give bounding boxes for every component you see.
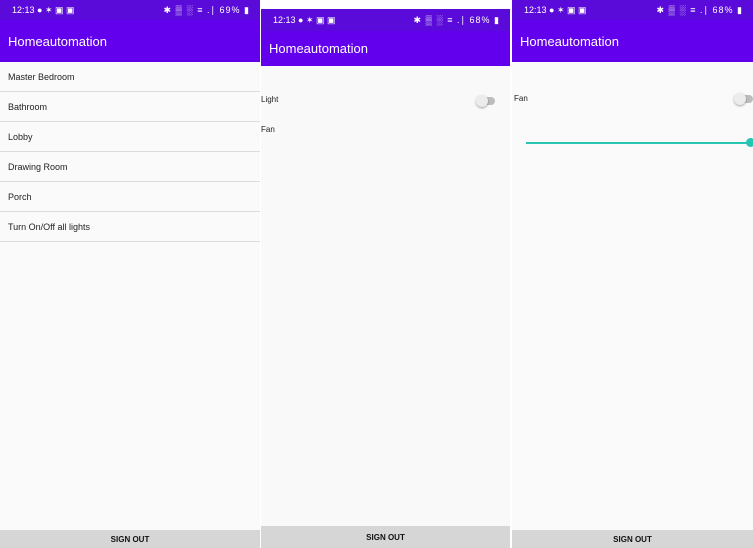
room-item-lobby[interactable]: Lobby: [0, 122, 260, 152]
fan-speed-slider[interactable]: [526, 138, 753, 148]
app-title: Homeautomation: [520, 33, 619, 49]
notification-icons: ● ✶ ▣ ▣: [298, 14, 336, 25]
clock: 12:13: [12, 4, 35, 15]
slider-track: [526, 142, 753, 144]
fan-switch[interactable]: [734, 93, 753, 105]
app-bar: Homeautomation: [0, 20, 260, 62]
system-status-icons: ✱ ▒ ░ ≡ .∣ 68% ▮: [656, 4, 743, 15]
room-item-drawing-room[interactable]: Drawing Room: [0, 152, 260, 182]
system-status-icons: ✱ ▒ ░ ≡ .∣ 68% ▮: [413, 14, 500, 25]
room-item-all-lights[interactable]: Turn On/Off all lights: [0, 212, 260, 242]
room-detail-screen: 12:13 ● ✶ ▣ ▣ ✱ ▒ ░ ≡ .∣ 68% ▮ Homeautom…: [261, 9, 510, 548]
app-bar: Homeautomation: [261, 31, 510, 66]
sign-out-button[interactable]: SIGN OUT: [512, 530, 753, 548]
light-switch[interactable]: [476, 95, 495, 107]
status-bar: 12:13 ● ✶ ▣ ▣ ✱ ▒ ░ ≡ .∣ 68% ▮: [512, 0, 753, 20]
fan-switch-thumb: [734, 93, 746, 105]
room-item-porch[interactable]: Porch: [0, 182, 260, 212]
fan-control-screen: 12:13 ● ✶ ▣ ▣ ✱ ▒ ░ ≡ .∣ 68% ▮ Homeautom…: [512, 0, 753, 548]
fan-row: Fan: [512, 93, 753, 108]
notification-icons: ● ✶ ▣ ▣: [37, 4, 75, 15]
app-title: Homeautomation: [269, 41, 368, 56]
fan-label: Fan: [514, 94, 528, 103]
room-list-screen: 12:13 ● ✶ ▣ ▣ ✱ ▒ ░ ≡ .∣ 69% ▮ Homeautom…: [0, 0, 260, 548]
notification-icons: ● ✶ ▣ ▣: [549, 4, 587, 15]
clock: 12:13: [524, 4, 547, 15]
clock: 12:13: [273, 14, 296, 25]
app-title: Homeautomation: [8, 33, 107, 49]
light-row: Light: [261, 95, 510, 109]
fan-row: Fan: [261, 125, 510, 139]
system-status-icons: ✱ ▒ ░ ≡ .∣ 69% ▮: [163, 4, 250, 15]
light-switch-thumb: [476, 95, 488, 107]
light-label: Light: [261, 95, 279, 104]
sign-out-button[interactable]: SIGN OUT: [261, 526, 510, 548]
status-bar: 12:13 ● ✶ ▣ ▣ ✱ ▒ ░ ≡ .∣ 68% ▮: [261, 9, 510, 31]
app-bar: Homeautomation: [512, 20, 753, 62]
sign-out-button[interactable]: SIGN OUT: [0, 530, 260, 548]
fan-label: Fan: [261, 125, 275, 134]
room-item-bathroom[interactable]: Bathroom: [0, 92, 260, 122]
room-list: Master Bedroom Bathroom Lobby Drawing Ro…: [0, 62, 260, 242]
slider-thumb[interactable]: [746, 138, 753, 147]
room-item-master-bedroom[interactable]: Master Bedroom: [0, 62, 260, 92]
status-bar: 12:13 ● ✶ ▣ ▣ ✱ ▒ ░ ≡ .∣ 69% ▮: [0, 0, 260, 20]
